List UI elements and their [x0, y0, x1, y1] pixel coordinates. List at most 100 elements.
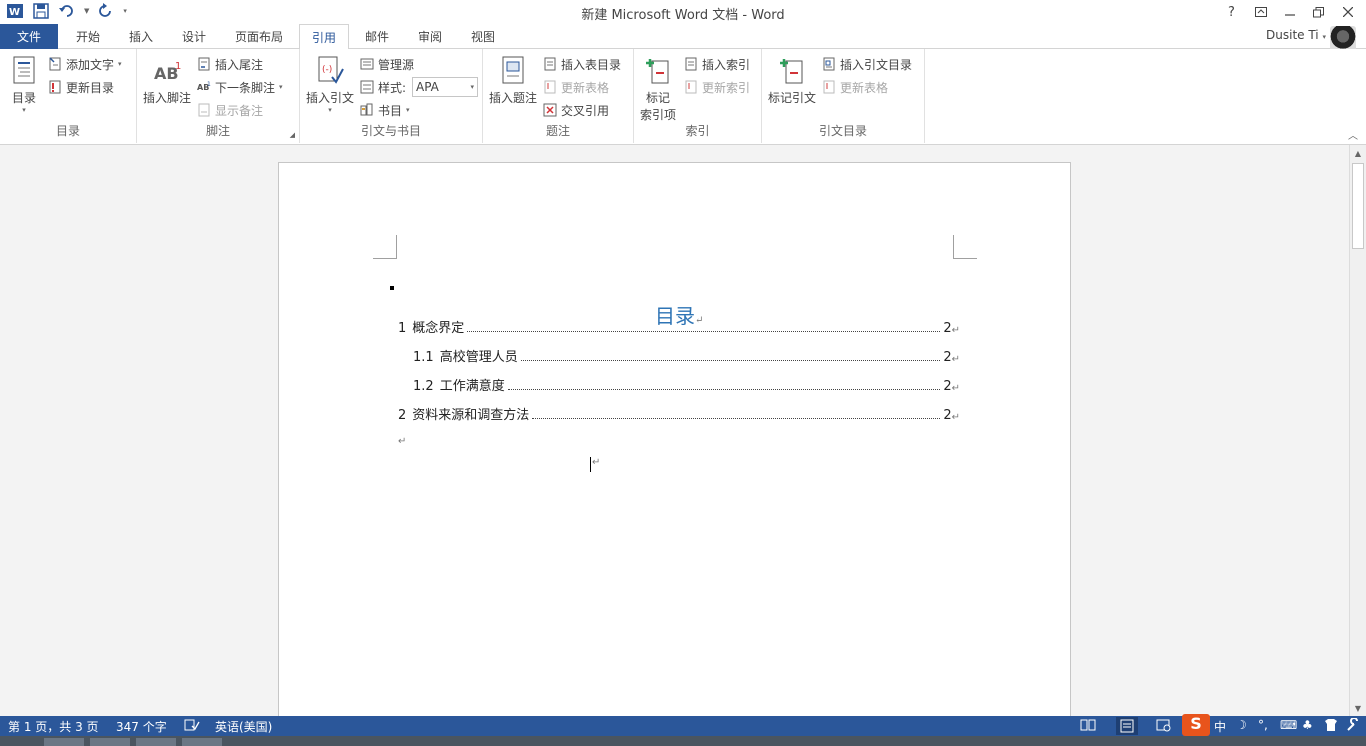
manage-sources-label: 管理源	[378, 57, 415, 72]
user-dropdown-icon: ▾	[1322, 33, 1326, 41]
ime-chinese-icon[interactable]: 中	[1214, 718, 1226, 735]
scroll-down-icon[interactable]: ▼	[1350, 700, 1366, 716]
status-bar: 第 1 页，共 3 页 347 个字 英语(美国) S 中 ☽ °, ⌨ ♣	[0, 714, 1366, 736]
mark-entry-button[interactable]: 标记 索引项	[640, 55, 676, 123]
table-of-figures-icon	[544, 57, 556, 71]
group-footnotes-label: 脚注	[205, 124, 230, 138]
show-notes-label: 显示备注	[215, 103, 264, 118]
paragraph-mark: ↵	[951, 383, 960, 394]
bibliography-button[interactable]: 书目 ▾	[360, 100, 410, 120]
citation-icon: (-)	[318, 56, 344, 84]
word-count[interactable]: 347 个字	[116, 718, 167, 735]
cross-reference-icon	[543, 103, 557, 117]
tab-references[interactable]: 引用	[299, 24, 349, 50]
update-toa-button[interactable]: 更新表格	[822, 77, 888, 97]
group-captions: 插入题注 插入表目录 更新表格 交叉引用 题注	[483, 49, 634, 143]
style-select[interactable]: APA ▾	[412, 77, 478, 97]
ime-tools-icon[interactable]	[1346, 717, 1360, 735]
toc-entry[interactable]: 1.2 工作满意度 2 ↵	[413, 376, 960, 394]
tab-insert[interactable]: 插入	[116, 24, 166, 49]
taskbar-item[interactable]	[136, 738, 176, 746]
insert-toa-button[interactable]: 插入引文目录	[822, 54, 912, 74]
update-index-button[interactable]: 更新索引	[684, 77, 750, 97]
restore-icon[interactable]	[1304, 0, 1333, 24]
cross-reference-button[interactable]: 交叉引用	[543, 100, 609, 120]
toc-entry-text: 高校管理人员	[439, 350, 518, 365]
language[interactable]: 英语(美国)	[215, 718, 272, 735]
close-icon[interactable]	[1333, 0, 1362, 24]
taskbar-item[interactable]	[44, 738, 84, 746]
user-name[interactable]: Dusite Ti ▾	[1266, 28, 1326, 42]
toc-entry-page: 2	[943, 350, 952, 365]
toc-entry[interactable]: 2 资料来源和调查方法 2 ↵	[398, 405, 960, 423]
ribbon-display-options-icon[interactable]	[1246, 0, 1275, 24]
read-mode-icon[interactable]	[1080, 718, 1096, 735]
toc-leader-dots	[520, 360, 941, 361]
update-toc-button[interactable]: 更新目录	[48, 77, 114, 97]
manage-sources-icon	[360, 58, 374, 70]
insert-citation-button[interactable]: (-) 插入引文 ▾	[306, 55, 354, 114]
toc-entry[interactable]: 1.1 高校管理人员 2 ↵	[413, 347, 960, 365]
tab-review[interactable]: 审阅	[405, 24, 455, 49]
collapse-ribbon-icon[interactable]: ︿	[1348, 127, 1358, 142]
window-title: 新建 Microsoft Word 文档 - Word	[581, 8, 785, 23]
footnote-dialog-launcher-icon[interactable]: ◢	[290, 131, 295, 139]
next-footnote-button[interactable]: AB 1 下一条脚注 ▾	[197, 77, 283, 97]
add-text-icon	[49, 57, 61, 71]
mark-citation-button[interactable]: 标记引文	[768, 55, 816, 106]
toc-entry-number: 2	[398, 408, 407, 423]
ime-user-icon[interactable]: ♣	[1302, 718, 1313, 732]
group-index-label: 索引	[685, 124, 710, 138]
next-footnote-dropdown-icon: ▾	[279, 83, 283, 91]
scrollbar-thumb[interactable]	[1352, 163, 1364, 249]
toc-entry-page: 2	[943, 379, 952, 394]
ime-halfwidth-icon[interactable]: ☽	[1236, 718, 1247, 732]
insert-table-of-figures-button[interactable]: 插入表目录	[543, 54, 621, 74]
group-footnotes: AB 1 插入脚注 插入尾注 AB 1 下一条脚注 ▾ 显示备注 脚注 ◢	[137, 49, 300, 143]
taskbar	[0, 736, 1366, 746]
document-area[interactable]: 目录↵ 1 概念界定 2 ↵ 1.1 高校管理人员 2 ↵ 1.2 工作满意度 2 ↵…	[0, 145, 1349, 716]
toc-button[interactable]: 目录 ▾	[10, 55, 38, 114]
toc-leader-dots	[532, 418, 941, 419]
minimize-icon[interactable]	[1275, 0, 1304, 24]
update-index-icon	[685, 80, 697, 94]
tab-design[interactable]: 设计	[168, 24, 220, 49]
web-layout-icon[interactable]	[1156, 718, 1172, 735]
text-cursor	[590, 457, 591, 472]
manage-sources-button[interactable]: 管理源	[360, 54, 414, 74]
ime-keyboard-icon[interactable]: ⌨	[1280, 718, 1297, 732]
document-page[interactable]: 目录↵ 1 概念界定 2 ↵ 1.1 高校管理人员 2 ↵ 1.2 工作满意度 2 ↵…	[278, 162, 1071, 716]
tab-home[interactable]: 开始	[62, 24, 114, 49]
tab-view[interactable]: 视图	[458, 24, 508, 49]
style-select-chevron-icon: ▾	[470, 83, 474, 91]
print-layout-icon[interactable]	[1116, 717, 1138, 735]
page-count[interactable]: 第 1 页，共 3 页	[8, 718, 99, 735]
toc-entry[interactable]: 1 概念界定 2 ↵	[398, 318, 960, 336]
tab-mailings[interactable]: 邮件	[352, 24, 402, 49]
ribbon: 目录 ▾ 添加文字 ▾ 更新目录 目录 AB 1 插入脚注 插入尾注 AB 1 下一条…	[0, 49, 1366, 145]
proofing-icon[interactable]	[184, 718, 200, 735]
cross-reference-label: 交叉引用	[561, 103, 610, 118]
ime-punctuation-icon[interactable]: °,	[1258, 718, 1268, 732]
update-table-button[interactable]: 更新表格	[543, 77, 609, 97]
ime-skin-icon[interactable]	[1324, 718, 1338, 735]
paragraph-mark: ↵	[398, 436, 407, 447]
vertical-scrollbar[interactable]: ▲ ▼	[1349, 145, 1366, 716]
show-notes-button[interactable]: 显示备注	[197, 100, 263, 120]
paragraph-mark: ↵	[951, 354, 960, 365]
scroll-up-icon[interactable]: ▲	[1350, 145, 1366, 161]
add-text-button[interactable]: 添加文字 ▾	[48, 54, 122, 74]
show-notes-icon	[198, 103, 210, 117]
insert-endnote-button[interactable]: 插入尾注	[197, 54, 263, 74]
sogou-ime-icon[interactable]: S	[1182, 714, 1210, 736]
insert-caption-button[interactable]: 插入题注	[489, 55, 537, 106]
help-button[interactable]: ?	[1217, 0, 1246, 24]
toc-entry-page: 2	[943, 408, 952, 423]
tab-page-layout[interactable]: 页面布局	[222, 24, 296, 49]
group-toa: 标记引文 插入引文目录 更新表格 引文目录	[762, 49, 925, 143]
taskbar-item[interactable]	[182, 738, 222, 746]
insert-footnote-button[interactable]: AB 1 插入脚注	[143, 55, 191, 106]
tab-file[interactable]: 文件	[0, 24, 58, 49]
taskbar-item[interactable]	[90, 738, 130, 746]
insert-index-button[interactable]: 插入索引	[684, 54, 750, 74]
